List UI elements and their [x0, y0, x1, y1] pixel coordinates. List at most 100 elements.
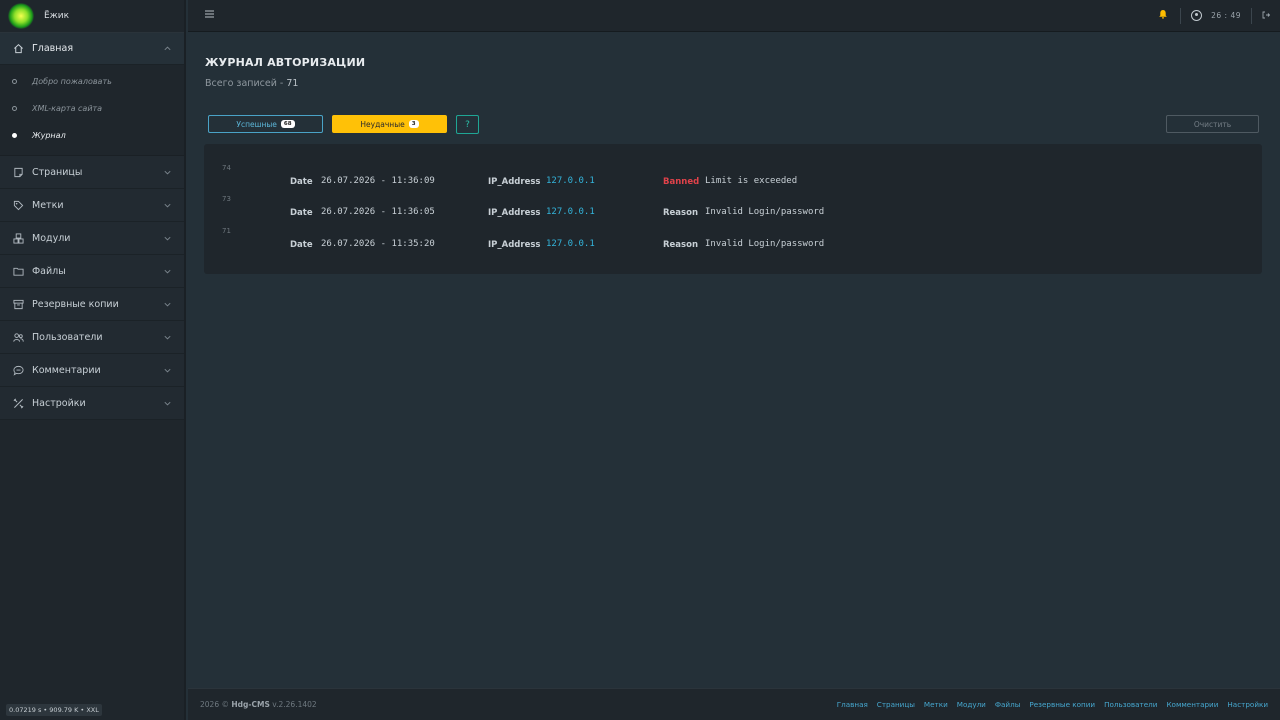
log-card: 74 Date 26.07.2026 - 11:36:09 IP_Address…	[204, 144, 1262, 274]
fail-count-badge: 3	[408, 120, 419, 128]
sidebar-item-settings[interactable]: Настройки	[0, 387, 184, 420]
sidebar-item-label: Страницы	[32, 166, 83, 178]
entry-number: 73	[222, 195, 231, 203]
entry-number: 71	[222, 227, 231, 235]
entry-date: 26.07.2026 - 11:36:09	[321, 176, 435, 186]
chevron-up-icon	[162, 44, 172, 54]
entry-message: Limit is exceeded	[705, 176, 798, 186]
submenu-item-label: Журнал	[32, 131, 66, 140]
status-key: Reason	[663, 240, 698, 250]
status-key: Banned	[663, 177, 700, 187]
debug-info: 0.07219 s • 909.79 K • XXL	[6, 704, 102, 716]
sidebar-item-home[interactable]: Главная	[0, 33, 184, 65]
submenu-item-sitemap[interactable]: XML-карта сайта	[0, 95, 184, 122]
sidebar-item-label: Комментарии	[32, 364, 101, 376]
submenu-item-label: XML-карта сайта	[32, 104, 103, 113]
status-key: Reason	[663, 208, 698, 218]
chevron-down-icon	[162, 167, 172, 177]
tag-icon	[12, 199, 24, 211]
success-count-badge: 68	[280, 120, 295, 128]
footer-link[interactable]: Пользователи	[1104, 700, 1157, 709]
product-name: Hdg-CMS	[231, 700, 270, 709]
copyright: 2026 © Hdg-CMS v.2.26.1402	[200, 700, 317, 709]
copyright-year: 2026 ©	[200, 700, 229, 709]
comments-icon	[12, 364, 24, 376]
bell-icon[interactable]	[1156, 9, 1170, 22]
entry-ip: 127.0.0.1	[546, 176, 595, 186]
total-label: Всего записей -	[205, 78, 287, 89]
sidebar-item-label: Пользователи	[32, 331, 103, 343]
footer-link[interactable]: Метки	[924, 700, 948, 709]
ip-key: IP_Address	[488, 208, 541, 218]
total-count: 71	[286, 78, 299, 89]
submenu-home: Добро пожаловать XML-карта сайта Журнал	[0, 65, 184, 155]
product-version: v.2.26.1402	[272, 700, 317, 709]
help-button[interactable]: ?	[456, 115, 479, 134]
entry-message: Invalid Login/password	[705, 239, 825, 249]
header-divider	[1180, 7, 1182, 24]
menu-toggle-icon[interactable]	[205, 10, 219, 21]
footer: 2026 © Hdg-CMS v.2.26.1402 Главная Стран…	[188, 688, 1280, 720]
footer-link[interactable]: Комментарии	[1166, 700, 1218, 709]
date-key: Date	[290, 177, 313, 187]
footer-link[interactable]: Файлы	[995, 700, 1021, 709]
circle-icon	[12, 79, 17, 84]
sidebar-item-files[interactable]: Файлы	[0, 255, 184, 288]
filter-success-label: Успешные	[236, 119, 277, 129]
chevron-down-icon	[162, 332, 172, 342]
footer-links: Главная Страницы Метки Модули Файлы Резе…	[828, 700, 1268, 709]
ip-key: IP_Address	[488, 240, 541, 250]
filter-fail-button[interactable]: Неудачные 3	[332, 115, 447, 133]
home-icon	[12, 43, 24, 55]
archive-icon	[12, 298, 24, 310]
footer-link[interactable]: Страницы	[877, 700, 915, 709]
hedgehog-logo	[8, 3, 34, 29]
footer-link[interactable]: Резервные копии	[1029, 700, 1095, 709]
sidebar-item-label: Главная	[32, 43, 74, 54]
sidebar-item-comments[interactable]: Комментарии	[0, 354, 184, 387]
filter-fail-label: Неудачные	[360, 119, 405, 129]
pages-icon	[12, 166, 24, 178]
footer-link[interactable]: Главная	[837, 700, 868, 709]
folder-icon	[12, 265, 24, 277]
page-title: ЖУРНАЛ АВТОРИЗАЦИИ	[205, 56, 366, 69]
sidebar-item-pages[interactable]: Страницы	[0, 156, 184, 189]
submenu-item-welcome[interactable]: Добро пожаловать	[0, 68, 184, 95]
user-icon[interactable]	[1191, 10, 1203, 21]
sidebar-item-users[interactable]: Пользователи	[0, 321, 184, 354]
brand[interactable]: Ёжик	[0, 0, 184, 33]
page-subtitle: Всего записей - 71	[205, 78, 298, 89]
submenu-item-label: Добро пожаловать	[32, 77, 112, 86]
header-divider	[1251, 7, 1252, 24]
filled-circle-icon	[12, 133, 17, 138]
entry-number: 74	[222, 164, 231, 172]
sidebar-item-label: Настройки	[32, 397, 86, 409]
footer-link[interactable]: Настройки	[1227, 700, 1268, 709]
chevron-down-icon	[162, 266, 172, 276]
sidebar-item-label: Файлы	[32, 265, 66, 277]
sidebar-item-tags[interactable]: Метки	[0, 189, 184, 222]
date-key: Date	[290, 240, 313, 250]
logout-icon[interactable]	[1262, 11, 1271, 21]
modules-icon	[12, 232, 24, 244]
clear-button[interactable]: Очистить	[1166, 115, 1259, 133]
sidebar-item-label: Модули	[32, 232, 71, 244]
sidebar-item-backups[interactable]: Резервные копии	[0, 288, 184, 321]
brand-name: Ёжик	[44, 11, 70, 21]
log-entry: 74 Date 26.07.2026 - 11:36:09 IP_Address…	[204, 164, 1262, 196]
chevron-down-icon	[162, 299, 172, 309]
filter-success-button[interactable]: Успешные 68	[208, 115, 323, 133]
date-key: Date	[290, 208, 313, 218]
sidebar: Ёжик Главная Добро пожаловать XML-карта …	[0, 0, 186, 720]
chevron-down-icon	[162, 365, 172, 375]
entry-ip: 127.0.0.1	[546, 239, 595, 249]
sidebar-item-modules[interactable]: Модули	[0, 222, 184, 255]
log-entry: 73 Date 26.07.2026 - 11:36:05 IP_Address…	[204, 195, 1262, 227]
sidebar-item-label: Метки	[32, 199, 64, 211]
footer-link[interactable]: Модули	[957, 700, 986, 709]
entry-date: 26.07.2026 - 11:35:20	[321, 239, 435, 249]
tools-icon	[12, 397, 24, 409]
top-header: 26 : 49	[188, 0, 1280, 32]
chevron-down-icon	[162, 200, 172, 210]
submenu-item-journal[interactable]: Журнал	[0, 122, 184, 149]
